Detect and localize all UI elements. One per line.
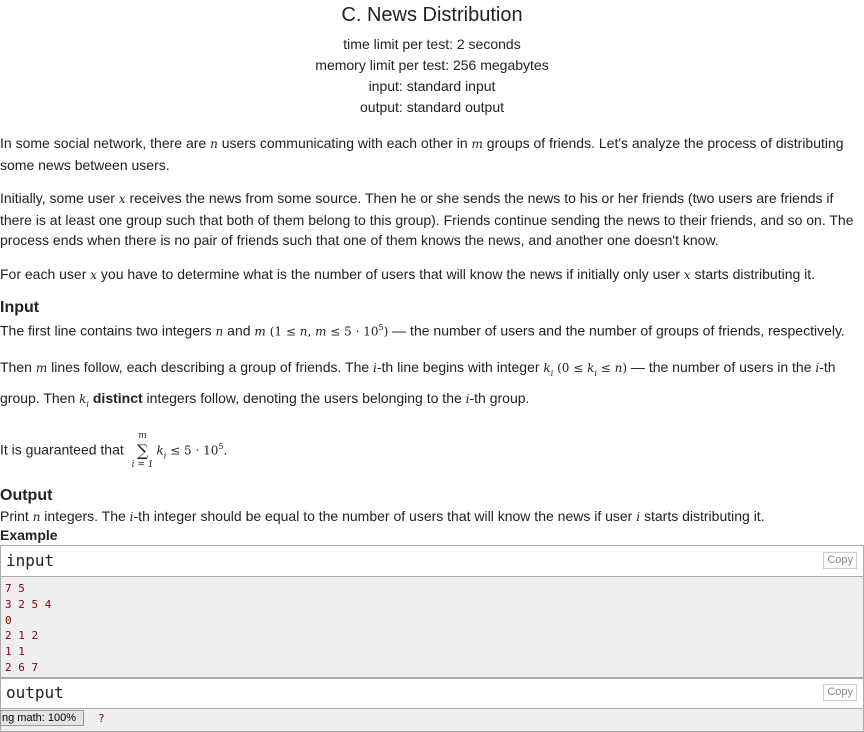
sample-input-box: input Copy 7 5 3 2 5 4 0 2 1 2 1 12 6 7 [0,545,864,679]
input-line-3: It is guaranteed that m ∑ i = 1 ki ≤ 5 · 10… [0,430,228,470]
statement-paragraph-2: Initially, some user x receives the news… [0,190,854,248]
memory-limit: memory limit per test: 256 megabytes [315,57,549,73]
input-line-2: Then m lines follow, each describing a g… [0,359,836,409]
input-row: 2 6 7 [5,660,39,674]
input-row: 0 [5,613,12,627]
output-line-1: Print n integers. The i-th integer shoul… [0,507,765,524]
input-row: 3 2 5 4 [5,597,52,611]
statement-paragraph-1: In some social network, there are n user… [0,135,844,173]
statement-paragraph-3: For each user x you have to determine wh… [0,265,816,282]
sample-output-label: output [6,683,64,702]
mathjax-status: ng math: 100% [0,710,84,726]
copy-input-button[interactable]: Copy [823,552,857,569]
sample-input-header: input Copy [1,546,863,577]
input-section-title: Input [0,299,40,316]
summation: m ∑ i = 1 [131,430,154,470]
copy-output-button[interactable]: Copy [823,684,857,701]
problem-limits: time limit per test: 2 seconds memory li… [0,34,864,118]
time-limit: time limit per test: 2 seconds [343,36,521,52]
sample-output-box: output Copy ? [0,677,864,732]
sample-output-content[interactable]: ? [1,709,863,731]
sample-output-header: output Copy [1,678,863,709]
problem-statement: In some social network, there are n user… [0,133,862,540]
input-row: 1 1 [5,645,25,659]
example-title: Example [0,527,58,543]
output-section-title: Output [0,486,53,504]
input-source: input: standard input [368,78,496,94]
input-row: 2 1 2 [5,629,39,643]
sample-input-content[interactable]: 7 5 3 2 5 4 0 2 1 2 1 12 6 7 [1,577,863,678]
sample-input-label: input [6,551,55,570]
problem-title: C. News Distribution [341,4,523,26]
output-source: output: standard output [360,99,504,115]
input-row: 7 5 [5,582,25,595]
input-line-1: The first line contains two integers n a… [0,322,845,339]
